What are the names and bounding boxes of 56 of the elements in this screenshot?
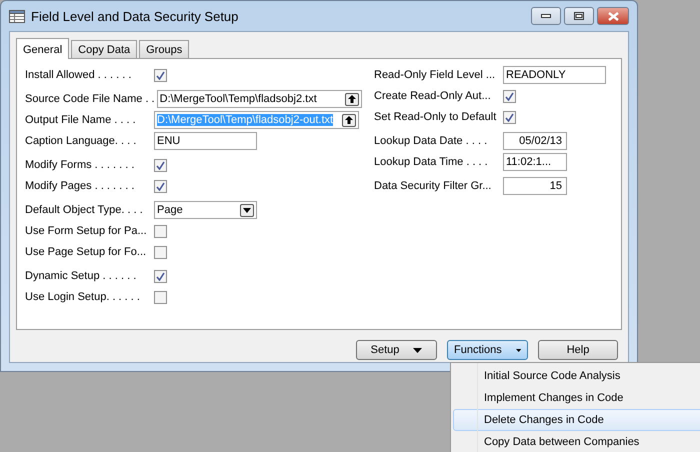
field-label: Use Login Setup. . . . . .	[25, 291, 141, 303]
field-label: Set Read-Only to Default	[374, 111, 498, 123]
time-field[interactable]: 11:02:1...	[503, 153, 567, 171]
field-label: Modify Forms . . . . . . .	[25, 159, 136, 171]
checkbox[interactable]	[503, 90, 516, 102]
field-label: Modify Pages . . . . . . .	[25, 180, 136, 192]
help-button[interactable]: Help	[538, 340, 618, 360]
maximize-button[interactable]	[564, 7, 594, 25]
minimize-button[interactable]	[531, 7, 561, 25]
checkbox[interactable]	[154, 270, 167, 282]
field-label: Caption Language. . . .	[25, 135, 138, 147]
menu-item[interactable]: Implement Changes in Code	[453, 387, 700, 409]
number-field[interactable]: 05/02/13	[503, 132, 567, 150]
text-field[interactable]: READONLY	[503, 66, 606, 84]
field-label: Source Code File Name . .	[25, 93, 156, 105]
maximize-icon	[574, 12, 584, 20]
caret-icon[interactable]	[240, 204, 254, 216]
up-arrow-icon[interactable]	[344, 92, 359, 106]
menu-item[interactable]: Initial Source Code Analysis	[453, 365, 700, 387]
tab[interactable]: Copy Data	[71, 40, 138, 58]
menu-item[interactable]: Copy Data between Companies	[453, 431, 700, 452]
number-field[interactable]: 15	[503, 177, 567, 195]
checkbox[interactable]	[154, 68, 167, 82]
close-icon	[608, 12, 618, 20]
checkbox[interactable]	[503, 110, 516, 124]
menu-button[interactable]: Setup	[356, 340, 437, 360]
field-label: Data Security Filter Gr...	[374, 180, 492, 192]
field-label: Output File Name . . . .	[25, 114, 137, 126]
checkbox[interactable]	[154, 158, 167, 172]
table-icon	[9, 10, 25, 22]
caret-icon	[516, 348, 521, 352]
field-label: Use Form Setup for Pa...	[25, 225, 148, 237]
field-label: Default Object Type. . . .	[25, 204, 144, 216]
minimize-icon	[541, 14, 551, 18]
window-title: Field Level and Data Security Setup	[31, 8, 240, 24]
text-field[interactable]: ENU	[154, 132, 257, 150]
tab[interactable]: Groups	[139, 40, 190, 58]
menu-button[interactable]: Functions	[447, 340, 528, 360]
field-label: Lookup Data Time . . . .	[374, 156, 489, 168]
checkbox[interactable]	[154, 224, 167, 238]
field-label: Use Page Setup for Fo...	[25, 246, 148, 258]
dropdown[interactable]: Page	[154, 201, 257, 219]
field-label: Lookup Data Date . . . .	[374, 135, 488, 147]
caret-icon	[413, 348, 422, 352]
checkbox[interactable]	[154, 290, 167, 304]
file-field[interactable]: D:\MergeTool\Temp\fladsobj2.txt	[156, 90, 362, 108]
up-arrow-icon[interactable]	[342, 114, 356, 126]
checkbox[interactable]	[154, 180, 167, 192]
field-label: Create Read-Only Aut...	[374, 90, 492, 102]
checkbox[interactable]	[154, 246, 167, 258]
menu-item[interactable]: Delete Changes in Code	[453, 409, 700, 431]
field-label: Read-Only Field Level ...	[374, 69, 496, 81]
field-label: Dynamic Setup . . . . . .	[25, 270, 138, 282]
field-label: Install Allowed . . . . . .	[25, 69, 132, 81]
close-button[interactable]	[597, 7, 629, 25]
tab[interactable]: General	[16, 38, 70, 59]
